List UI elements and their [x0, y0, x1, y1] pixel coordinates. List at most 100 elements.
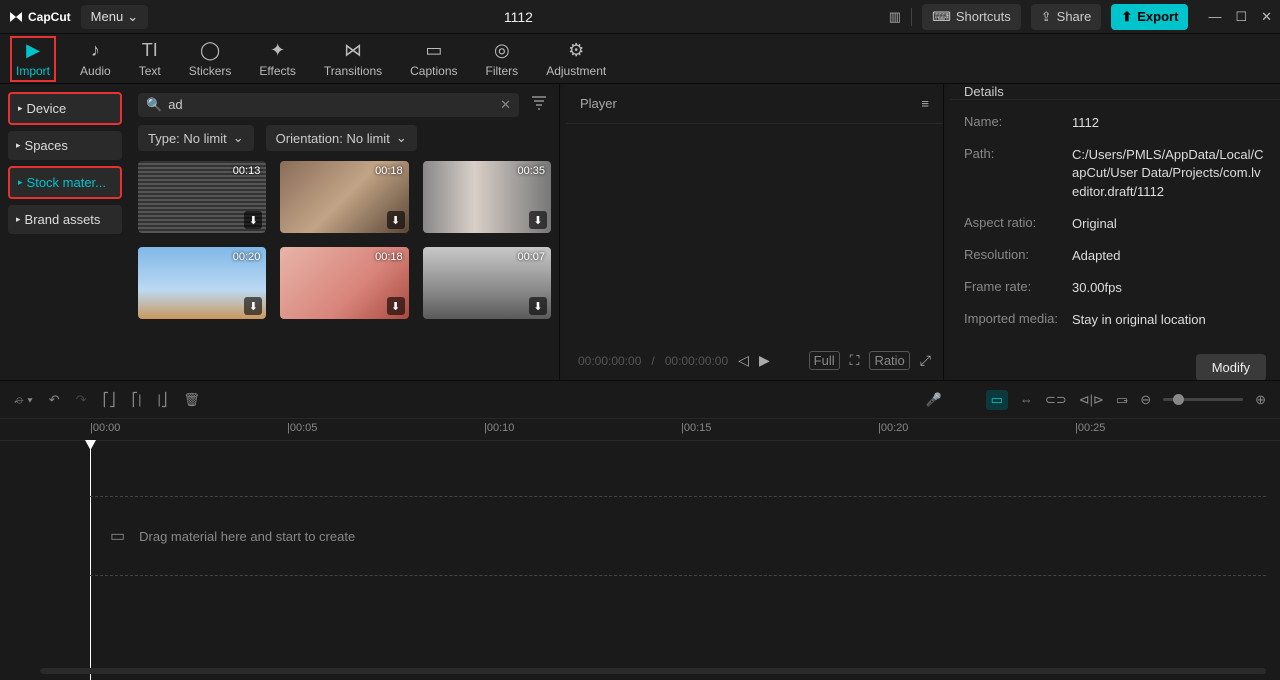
type-dropdown[interactable]: Type: No limit⌄: [138, 125, 254, 151]
split-left-icon[interactable]: ⎡|: [132, 392, 142, 408]
orientation-dropdown[interactable]: Orientation: No limit⌄: [266, 125, 417, 151]
download-icon[interactable]: ⬇: [387, 211, 405, 229]
search-input[interactable]: [168, 97, 494, 112]
search-input-wrap[interactable]: 🔍 ✕: [138, 93, 519, 117]
timeline-scrollbar[interactable]: [40, 668, 1266, 674]
crop-icon[interactable]: ⛶: [850, 352, 860, 369]
media-thumb-1[interactable]: 00:13⬇: [138, 161, 266, 233]
detail-value: 1112: [1072, 114, 1266, 132]
tab-stickers[interactable]: ◯Stickers: [185, 38, 236, 80]
tab-adjustment[interactable]: ⚙Adjustment: [542, 38, 610, 80]
sidebar-item-stock-mater-[interactable]: ▸ Stock mater...: [8, 166, 122, 199]
tab-transitions[interactable]: ⋈Transitions: [320, 38, 386, 80]
ruler-tick: |00:25: [1075, 422, 1105, 434]
minimize-icon[interactable]: —: [1208, 9, 1221, 25]
link-icon[interactable]: ⇔: [1020, 392, 1033, 407]
brand-text: CapCut: [28, 10, 71, 24]
full-button[interactable]: Full: [809, 351, 840, 370]
sidebar-item-spaces[interactable]: ▸ Spaces: [8, 131, 122, 160]
magnet-icon[interactable]: ⌮ ▾: [14, 392, 33, 408]
media-thumb-6[interactable]: 00:07⬇: [423, 247, 551, 319]
time-current: 00:00:00:00: [578, 354, 641, 368]
clear-icon[interactable]: ✕: [500, 97, 511, 113]
play-icon[interactable]: ▶: [759, 352, 770, 369]
sidebar-item-device[interactable]: ▸ Device: [8, 92, 122, 125]
zoom-slider[interactable]: [1163, 398, 1243, 401]
adjustment-icon: ⚙: [568, 40, 584, 62]
media-thumb-2[interactable]: 00:18 ⬇: [280, 161, 408, 233]
duration-badge: 00:35: [517, 165, 545, 177]
chevron-down-icon: ⌄: [233, 130, 244, 146]
export-button[interactable]: ⬆ Export: [1111, 4, 1188, 30]
tab-captions[interactable]: ▭Captions: [406, 38, 461, 80]
tab-text[interactable]: TIText: [135, 38, 165, 80]
triangle-icon: ▸: [16, 140, 21, 151]
app-logo: CapCut: [8, 9, 71, 25]
tab-import[interactable]: ▶Import: [10, 36, 56, 82]
prev-frame-icon[interactable]: ◁: [738, 352, 749, 369]
close-icon[interactable]: ✕: [1261, 9, 1272, 25]
tab-effects[interactable]: ✦Effects: [255, 38, 299, 80]
maximize-icon[interactable]: ☐: [1235, 9, 1247, 25]
undo-icon[interactable]: ↶: [49, 392, 60, 408]
main-tabs: ▶Import ♪Audio TIText ◯Stickers ✦Effects ⋈Tra…: [0, 34, 1280, 84]
filter-icon[interactable]: [527, 92, 551, 117]
menu-button[interactable]: Menu ⌄: [81, 5, 148, 29]
preview-icon[interactable]: ▭̵: [1116, 392, 1128, 408]
audio-icon: ♪: [91, 40, 100, 62]
duration-badge: 00:18: [375, 251, 403, 263]
shortcuts-button[interactable]: ⌨ Shortcuts: [922, 4, 1021, 30]
download-icon[interactable]: ⬇: [529, 211, 547, 229]
timeline-drop-area[interactable]: ▭ Drag material here and start to create: [90, 496, 1266, 576]
chevron-down-icon: ⌄: [396, 130, 407, 146]
details-title: Details: [950, 84, 1280, 100]
download-icon[interactable]: ⬇: [244, 211, 262, 229]
detail-value: Original: [1072, 215, 1266, 233]
media-thumb-4[interactable]: 00:20⬇: [138, 247, 266, 319]
drop-hint: Drag material here and start to create: [139, 529, 355, 544]
zoom-out-icon[interactable]: ⊖: [1140, 392, 1151, 408]
ruler-tick: |00:15: [681, 422, 711, 434]
split-right-icon[interactable]: |⎦: [157, 392, 167, 408]
captions-icon: ▭: [425, 40, 442, 62]
text-icon: TI: [142, 40, 158, 62]
download-icon[interactable]: ⬇: [529, 297, 547, 315]
detail-label: Path:: [964, 146, 1072, 201]
expand-icon[interactable]: ⤢: [920, 352, 931, 369]
media-thumb-5[interactable]: 00:18 ⬇: [280, 247, 408, 319]
align-icon[interactable]: ⊲|⊳: [1079, 392, 1104, 408]
snap-icon[interactable]: ▭: [986, 390, 1008, 410]
share-button[interactable]: ⇪ Share: [1031, 4, 1102, 30]
ratio-button[interactable]: Ratio: [869, 351, 909, 370]
download-icon[interactable]: ⬇: [244, 297, 262, 315]
tab-filters[interactable]: ◎Filters: [482, 38, 523, 80]
sidebar-item-brand-assets[interactable]: ▸ Brand assets: [8, 205, 122, 234]
media-thumb-3[interactable]: 00:35 ⬇: [423, 161, 551, 233]
detail-label: Resolution:: [964, 247, 1072, 265]
detail-label: Name:: [964, 114, 1072, 132]
duration-badge: 00:18: [375, 165, 403, 177]
ruler-tick: |00:20: [878, 422, 908, 434]
triangle-icon: ▸: [16, 214, 21, 225]
chevron-down-icon: ⌄: [127, 9, 138, 25]
tab-audio[interactable]: ♪Audio: [76, 38, 115, 80]
download-icon[interactable]: ⬇: [387, 297, 405, 315]
mic-icon[interactable]: 🎤: [925, 392, 941, 408]
delete-icon[interactable]: 🗑: [183, 392, 200, 408]
modify-button[interactable]: Modify: [1196, 354, 1266, 381]
split-icon[interactable]: ⎡⎦: [103, 392, 116, 408]
filters-icon: ◎: [494, 40, 510, 62]
detail-label: Imported media:: [964, 311, 1072, 329]
detail-label: Aspect ratio:: [964, 215, 1072, 233]
zoom-in-icon[interactable]: ⊕: [1255, 392, 1266, 408]
player-menu-icon[interactable]: ≡: [921, 96, 929, 111]
logo-icon: [8, 9, 24, 25]
stickers-icon: ◯: [200, 40, 220, 62]
redo-icon[interactable]: ↷: [76, 392, 87, 408]
detail-value: C:/Users/PMLS/AppData/Local/CapCut/User …: [1072, 146, 1266, 201]
project-title: 1112: [148, 9, 889, 25]
time-total: 00:00:00:00: [665, 354, 728, 368]
layout-icon[interactable]: ▥: [889, 9, 901, 25]
search-icon: 🔍: [146, 97, 162, 113]
chain-icon[interactable]: ⊂⊃: [1045, 392, 1067, 408]
